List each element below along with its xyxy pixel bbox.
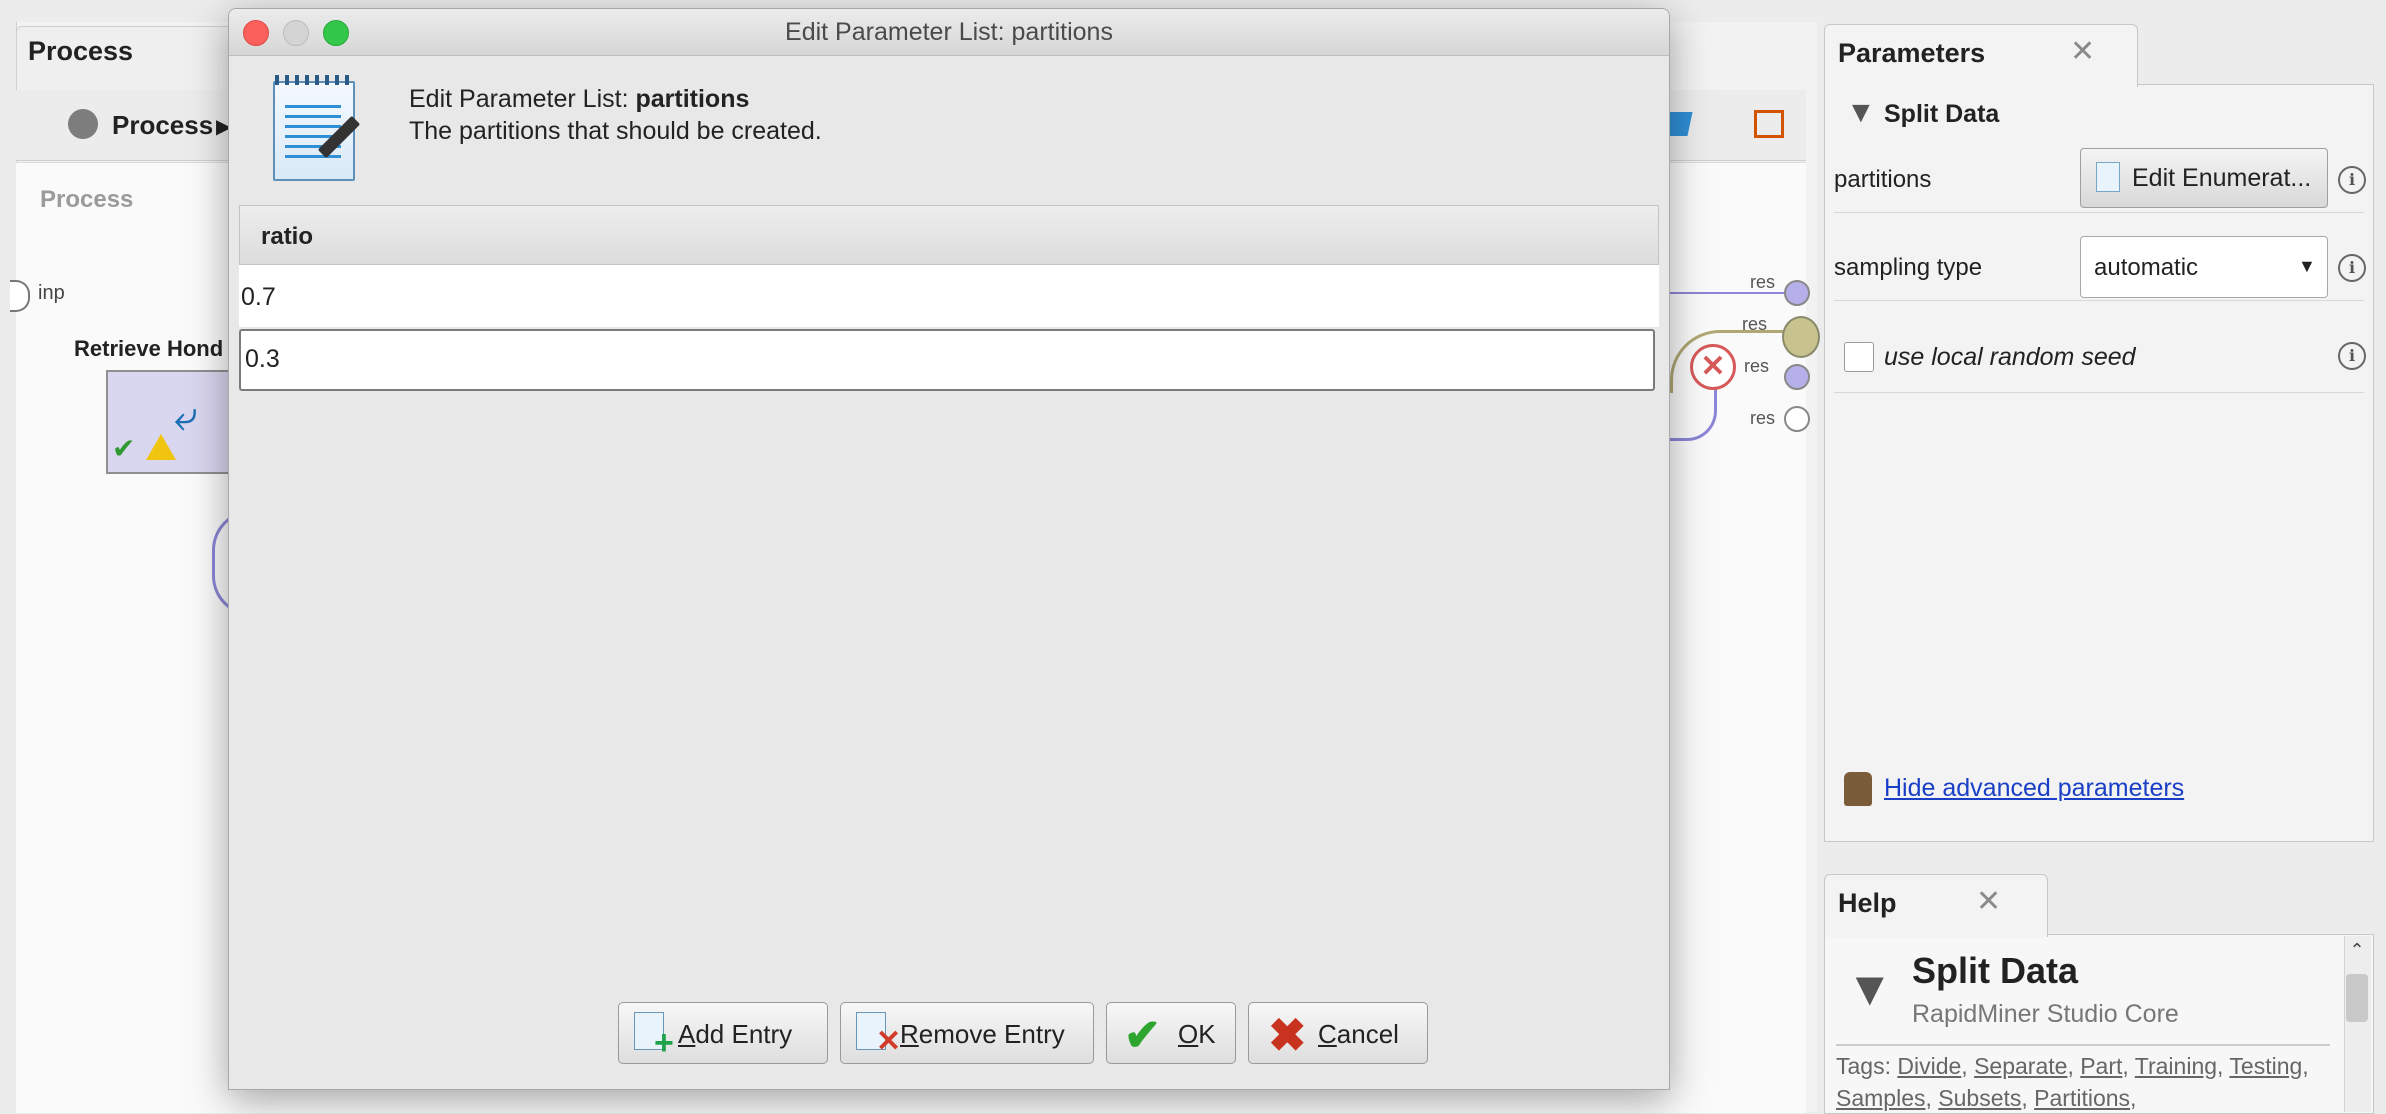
- remove-entry-label: Remove Entry: [900, 1019, 1065, 1050]
- close-icon[interactable]: ✕: [1976, 884, 2001, 919]
- table-cell-ratio[interactable]: 0.3: [245, 345, 280, 374]
- cancel-text: ancel: [1336, 1019, 1399, 1049]
- add-entry-mnemonic: A: [678, 1019, 696, 1049]
- error-icon[interactable]: ✕: [1690, 344, 1736, 390]
- result-port-label: res: [1744, 356, 1770, 376]
- edit-parameter-list-dialog: Edit Parameter List: partitions Edit Par…: [228, 8, 1670, 1090]
- cancel-x-icon: ✖: [1268, 1009, 1307, 1061]
- result-port-label: res: [1742, 314, 1768, 334]
- dialog-description: The partitions that should be created.: [409, 117, 822, 145]
- result-port[interactable]: [1782, 316, 1820, 358]
- add-entry-label: Add Entry: [678, 1019, 792, 1050]
- sampling-type-label: sampling type: [1834, 254, 1983, 281]
- dialog-heading: Edit Parameter List: partitions: [409, 85, 749, 114]
- dialog-heading-prefix: Edit Parameter List:: [409, 85, 636, 113]
- tag-link[interactable]: Subsets: [1938, 1085, 2021, 1111]
- help-tags: Tags: Divide, Separate, Part, Training, …: [1836, 1053, 2309, 1111]
- fit-view-icon[interactable]: [1754, 110, 1784, 138]
- local-random-seed-label[interactable]: use local random seed: [1884, 343, 2136, 372]
- help-title: Help: [1838, 888, 1897, 918]
- info-icon[interactable]: i: [2338, 166, 2366, 194]
- notepad-rings-icon: [275, 75, 351, 85]
- column-header-ratio[interactable]: ratio: [261, 223, 313, 251]
- tag-link[interactable]: Testing: [2229, 1053, 2302, 1079]
- partitions-label: partitions: [1834, 166, 1932, 193]
- hide-advanced-link[interactable]: Hide advanced parameters: [1884, 774, 2184, 803]
- table-cell-ratio[interactable]: 0.7: [241, 283, 276, 312]
- x-icon: ✕: [876, 1025, 902, 1058]
- parameters-title: Parameters: [1838, 38, 1986, 68]
- tag-link[interactable]: Divide: [1897, 1053, 1961, 1079]
- info-icon[interactable]: i: [2338, 342, 2366, 370]
- retrieve-icon: ⤶: [174, 392, 198, 439]
- help-scrollbar[interactable]: [2344, 936, 2371, 1112]
- operator-title: Split Data: [1884, 100, 2000, 128]
- expert-icon: [1844, 772, 1872, 806]
- add-entry-text: dd Entry: [695, 1019, 793, 1049]
- canvas-title: Process: [40, 186, 134, 213]
- ok-label: OK: [1178, 1019, 1216, 1050]
- input-port-label: inp: [38, 282, 65, 304]
- ok-text: K: [1198, 1019, 1216, 1049]
- window-close-button[interactable]: [243, 20, 269, 46]
- table-header: [239, 205, 1659, 265]
- scroll-up-icon[interactable]: ⌃: [2344, 940, 2370, 961]
- table-row[interactable]: [239, 265, 1659, 328]
- result-port-label: res: [1750, 408, 1776, 428]
- window-maximize-button[interactable]: [323, 20, 349, 46]
- edit-list-icon: [2096, 162, 2120, 192]
- chevron-down-icon[interactable]: ▼: [2298, 256, 2316, 277]
- process-up-icon[interactable]: [68, 109, 98, 139]
- tag-link[interactable]: Training: [2135, 1053, 2217, 1079]
- result-port[interactable]: [1784, 280, 1810, 306]
- edit-enumeration-label: Edit Enumerat...: [2132, 164, 2312, 192]
- tag-link[interactable]: Samples: [1836, 1085, 1925, 1111]
- filter-icon: ▼: [1846, 963, 1894, 1016]
- cancel-label: Cancel: [1318, 1019, 1399, 1050]
- scroll-thumb[interactable]: [2346, 974, 2368, 1022]
- cancel-mnemonic: C: [1318, 1019, 1337, 1049]
- breadcrumb-process[interactable]: Process: [112, 110, 213, 141]
- result-port-label: res: [1750, 272, 1776, 292]
- result-port[interactable]: [1784, 364, 1810, 390]
- result-port[interactable]: [1784, 406, 1810, 432]
- tags-prefix: Tags:: [1836, 1053, 1891, 1079]
- process-tab-label: Process: [28, 36, 134, 66]
- help-operator-source: RapidMiner Studio Core: [1912, 1000, 2179, 1028]
- warning-icon: [146, 434, 176, 460]
- dialog-heading-name: partitions: [635, 85, 750, 113]
- checkmark-icon: ✔: [1124, 1011, 1161, 1060]
- plus-icon: +: [654, 1024, 674, 1062]
- help-operator-name: Split Data: [1912, 950, 2079, 991]
- info-icon[interactable]: i: [2338, 254, 2366, 282]
- filter-icon: ▼: [1846, 96, 1876, 129]
- remove-entry-mnemonic: R: [900, 1019, 919, 1049]
- window-minimize-button[interactable]: [283, 20, 309, 46]
- check-icon: ✔: [112, 433, 136, 464]
- tag-link[interactable]: Part: [2080, 1053, 2122, 1079]
- tag-link[interactable]: Partitions: [2034, 1085, 2130, 1111]
- remove-entry-text: emove Entry: [918, 1019, 1065, 1049]
- divider: [1836, 1044, 2330, 1046]
- close-icon[interactable]: ✕: [2070, 34, 2095, 69]
- ok-mnemonic: O: [1178, 1019, 1199, 1049]
- tag-link[interactable]: Separate: [1974, 1053, 2067, 1079]
- local-random-seed-checkbox[interactable]: [1844, 342, 1874, 372]
- table-row-selected[interactable]: [239, 329, 1655, 391]
- sampling-type-value: automatic: [2094, 254, 2199, 281]
- operator-name: Retrieve Hond: [74, 336, 224, 361]
- dialog-window-title: Edit Parameter List: partitions: [785, 18, 1113, 46]
